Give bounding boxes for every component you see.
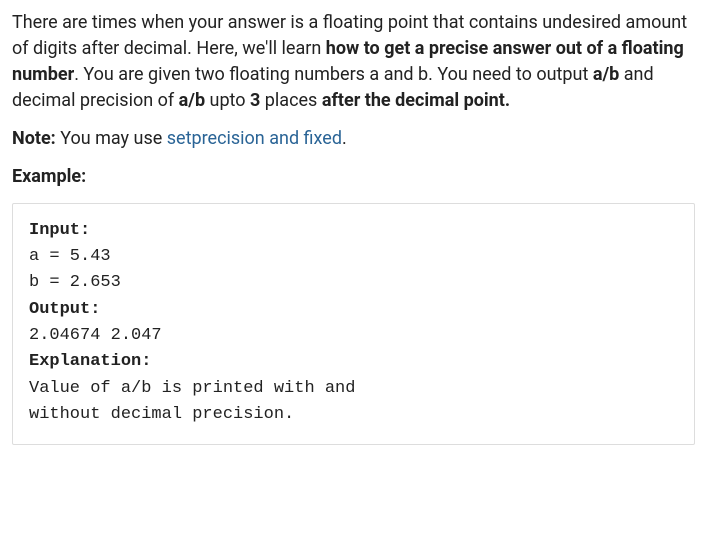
intro-bold-4: 3 <box>250 90 260 111</box>
intro-text-4: upto <box>205 90 250 111</box>
input-line-a: a = 5.43 <box>29 244 678 270</box>
note-text: You may use <box>56 128 167 149</box>
intro-bold-3: a/b <box>179 90 205 111</box>
output-line: 2.04674 2.047 <box>29 323 678 349</box>
note-line: Note: You may use setprecision and fixed… <box>12 126 695 152</box>
intro-bold-5: after the decimal point. <box>322 90 510 111</box>
input-line-b: b = 2.653 <box>29 270 678 296</box>
example-code-block: Input: a = 5.43 b = 2.653 Output: 2.0467… <box>12 203 695 446</box>
example-label: Example: <box>12 164 695 190</box>
explanation-header: Explanation: <box>29 349 678 375</box>
input-header: Input: <box>29 218 678 244</box>
explanation-line-2: without decimal precision. <box>29 402 678 428</box>
explanation-line-1: Value of a/b is printed with and <box>29 376 678 402</box>
intro-text-2: . You are given two floating numbers a a… <box>74 64 593 85</box>
problem-intro: There are times when your answer is a fl… <box>12 10 695 114</box>
intro-bold-2: a/b <box>593 64 619 85</box>
intro-text-5: places <box>260 90 321 111</box>
output-header: Output: <box>29 297 678 323</box>
note-after: . <box>342 128 347 149</box>
setprecision-link[interactable]: setprecision and fixed <box>167 128 342 149</box>
example-label-text: Example: <box>12 166 86 187</box>
note-label: Note: <box>12 128 56 149</box>
